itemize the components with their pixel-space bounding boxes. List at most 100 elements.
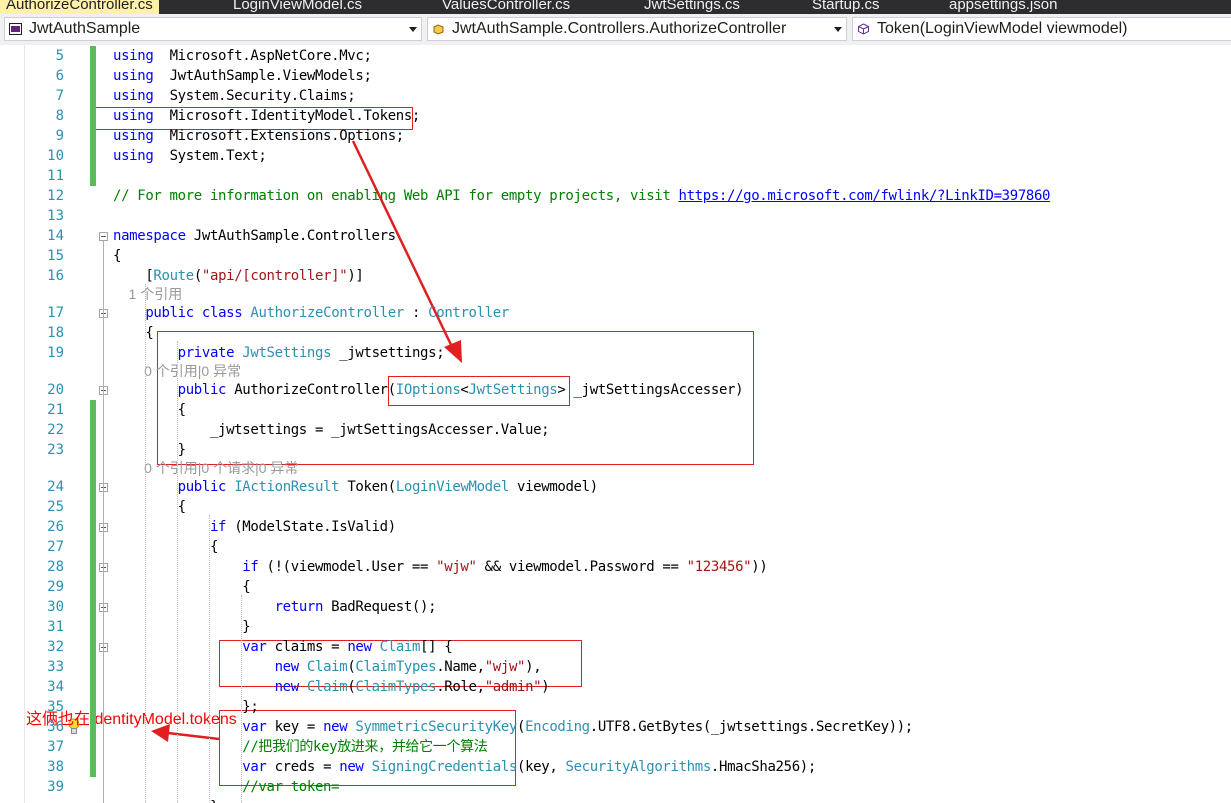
code-token: public — [177, 479, 227, 495]
line-number: 28 — [47, 559, 64, 575]
code-line[interactable]: var claims = new Claim[] { — [113, 637, 452, 657]
code-line[interactable]: using JwtAuthSample.ViewModels; — [113, 66, 372, 86]
code-token: JwtAuthSample.Controllers — [185, 228, 396, 244]
document-tab-bar: AuthorizeController.cs LoginViewModel.cs V… — [0, 0, 1231, 14]
code-token: .HmacSha256); — [710, 759, 816, 775]
code-token: new — [274, 659, 300, 675]
code-token: new — [274, 679, 300, 695]
class-dropdown[interactable]: JwtAuthSample.Controllers.AuthorizeContr… — [427, 17, 847, 41]
code-line[interactable]: using Microsoft.AspNetCore.Mvc; — [113, 46, 372, 66]
code-token: key = — [266, 719, 324, 735]
code-token: (key, — [517, 759, 566, 775]
code-line[interactable]: using Microsoft.IdentityModel.Tokens; — [113, 106, 420, 126]
line-number: 35 — [47, 699, 64, 715]
code-token: public — [145, 305, 194, 321]
line-number: 39 — [47, 779, 64, 795]
member-dropdown[interactable]: Token(LoginViewModel viewmodel) — [852, 17, 1231, 41]
code-line[interactable]: public IActionResult Token(LoginViewMode… — [113, 477, 599, 497]
code-token: _jwtsettings; — [331, 345, 445, 361]
navigation-bar: JwtAuthSample JwtAuthSample.Controllers.… — [0, 14, 1231, 46]
line-number: 31 — [47, 619, 64, 635]
line-number: 26 — [47, 519, 64, 535]
tab-jwtsettings-cs[interactable]: JwtSettings.cs — [638, 0, 746, 14]
code-token: JwtAuthSample.ViewModels; — [153, 68, 372, 84]
code-line[interactable]: var creds = new SigningCredentials(key, … — [113, 757, 816, 777]
code-token: ) — [541, 679, 550, 695]
line-number: 11 — [47, 168, 64, 184]
code-line[interactable]: // For more information on enabling Web … — [113, 186, 1050, 206]
code-token: private — [177, 345, 235, 361]
tab-valuescontroller-cs[interactable]: ValuesController.cs — [436, 0, 576, 14]
tab-loginviewmodel-cs[interactable]: LoginViewModel.cs — [227, 0, 368, 14]
code-line[interactable]: { — [113, 537, 218, 557]
line-number: 8 — [55, 108, 64, 124]
codelens-references[interactable]: 0 个引用|0 个请求|0 异常 — [113, 458, 298, 478]
code-token: SecurityAlgorithms — [565, 759, 711, 775]
tab-authorizecontroller-cs[interactable]: AuthorizeController.cs — [0, 0, 159, 14]
code-line[interactable]: private JwtSettings _jwtsettings; — [113, 343, 445, 363]
code-token: IActionResult — [234, 479, 340, 495]
project-name: JwtAuthSample — [29, 20, 141, 37]
code-line[interactable]: var key = new SymmetricSecurityKey(Encod… — [113, 717, 913, 737]
code-token: Encoding — [525, 719, 590, 735]
fold-toggle-icon[interactable] — [99, 232, 108, 241]
code-line[interactable]: [Route("api/[controller]")] — [113, 266, 364, 286]
code-line[interactable]: using System.Text; — [113, 146, 267, 166]
code-token: JwtSettings — [468, 382, 558, 398]
project-dropdown[interactable]: JwtAuthSample — [4, 17, 422, 41]
code-token: System.Text; — [153, 148, 267, 164]
code-line[interactable]: public class AuthorizeController : Contr… — [113, 303, 509, 323]
code-line[interactable]: using Microsoft.Extensions.Options; — [113, 126, 404, 146]
code-line[interactable]: { — [113, 323, 153, 343]
class-icon — [433, 24, 444, 35]
code-token: > _jwtSettingsAccesser) — [557, 382, 744, 398]
code-token: [ — [113, 268, 154, 284]
code-line[interactable]: } — [113, 440, 186, 460]
code-token: class — [201, 305, 243, 321]
indent-guide — [177, 341, 178, 803]
code-token: Microsoft.AspNetCore.Mvc; — [153, 48, 372, 64]
code-link[interactable]: https://go.microsoft.com/fwlink/?LinkID=… — [679, 188, 1051, 204]
code-token: namespace — [113, 228, 186, 244]
code-token: //var token= — [113, 779, 340, 795]
code-token: using — [113, 128, 154, 144]
code-editor[interactable]: 这俩也在IdentityModel.tokens 5 using Microsof… — [0, 45, 1231, 803]
line-number: 6 — [55, 68, 64, 84]
code-line[interactable]: new Claim(ClaimTypes.Role,"admin") — [113, 677, 550, 697]
code-token: ClaimTypes — [355, 679, 437, 695]
code-token: }; — [113, 699, 259, 715]
code-line[interactable]: //把我们的key放进来，并给它一个算法 — [113, 737, 488, 757]
codelens-references[interactable]: 1 个引用 — [113, 284, 183, 304]
chevron-down-icon — [409, 27, 417, 32]
code-token: { — [113, 539, 219, 555]
code-token: IOptions — [395, 382, 461, 398]
code-line[interactable]: public AuthorizeController(IOptions<JwtS… — [113, 380, 744, 400]
code-token: ), — [525, 659, 542, 675]
code-line[interactable]: { — [113, 577, 250, 597]
tab-appsettings-json[interactable]: appsettings.json — [943, 0, 1063, 14]
code-token: viewmodel) — [508, 479, 598, 495]
code-line[interactable]: _jwtsettings = _jwtSettingsAccesser.Valu… — [113, 420, 550, 440]
code-token: // For more information on enabling Web … — [113, 188, 679, 204]
code-line[interactable]: { — [113, 497, 186, 517]
code-line[interactable]: } — [113, 797, 218, 803]
code-token: Claim — [306, 679, 348, 695]
tab-startup-cs[interactable]: Startup.cs — [806, 0, 886, 14]
code-line[interactable]: return BadRequest(); — [113, 597, 437, 617]
code-token: SymmetricSecurityKey — [355, 719, 517, 735]
code-line[interactable]: using System.Security.Claims; — [113, 86, 356, 106]
code-line[interactable]: //var token= — [113, 777, 339, 797]
code-line[interactable]: if (ModelState.IsValid) — [113, 517, 396, 537]
code-line[interactable]: } — [113, 617, 250, 637]
indent-guide — [145, 284, 146, 803]
code-line[interactable]: { — [113, 400, 186, 420]
line-number: 23 — [47, 442, 64, 458]
csharp-project-icon — [9, 23, 22, 35]
code-line[interactable]: }; — [113, 697, 259, 717]
code-line[interactable]: if (!(viewmodel.User == "wjw" && viewmod… — [113, 557, 768, 577]
code-token: "wjw" — [484, 659, 526, 675]
code-line[interactable]: namespace JwtAuthSample.Controllers — [113, 226, 396, 246]
code-line[interactable]: { — [113, 246, 121, 266]
